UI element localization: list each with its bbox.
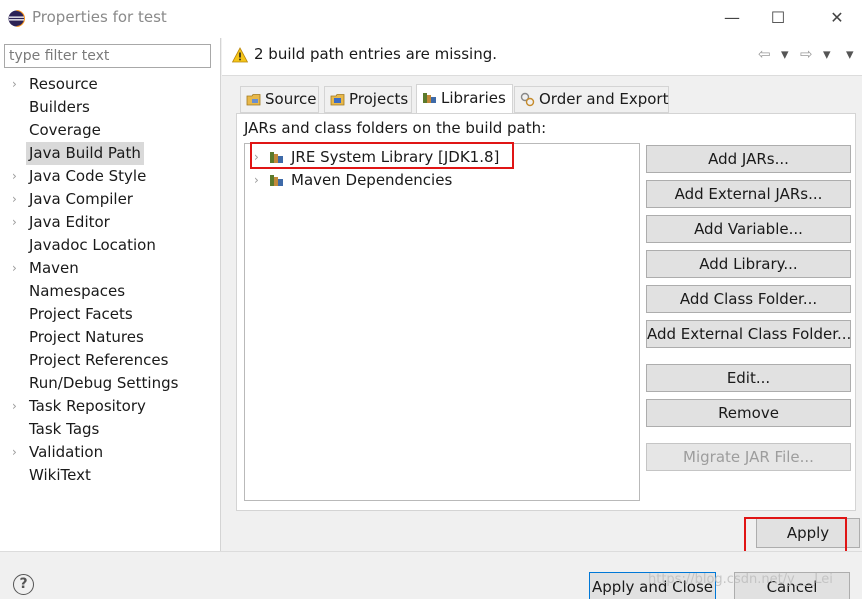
sidebar-item[interactable]: › Resource	[0, 73, 221, 96]
sidebar-item-label: Run/Debug Settings	[29, 374, 179, 392]
filter-input[interactable]	[4, 44, 211, 68]
chevron-right-icon[interactable]: ›	[12, 188, 22, 211]
add-external-jars-button[interactable]: Add External JARs...	[646, 180, 851, 208]
projects-icon	[330, 94, 345, 106]
sidebar-item-label: Maven	[29, 259, 79, 277]
library-icon	[270, 175, 283, 186]
page-message: 2 build path entries are missing.	[254, 45, 497, 63]
source-folder-icon	[246, 94, 261, 106]
view-menu-icon[interactable]: ▾	[846, 45, 854, 63]
sidebar-item[interactable]: › Maven	[0, 257, 221, 280]
window-title: Properties for test	[32, 8, 167, 26]
chevron-right-icon[interactable]: ›	[12, 395, 22, 418]
sidebar-item-label: Project Natures	[29, 328, 144, 346]
sidebar-item-label: Javadoc Location	[29, 236, 156, 254]
sidebar-item-label: Task Repository	[29, 397, 146, 415]
sidebar-item[interactable]: › Java Code Style	[0, 165, 221, 188]
sidebar-item-label: Java Code Style	[29, 167, 147, 185]
sidebar-item[interactable]: › Java Editor	[0, 211, 221, 234]
sidebar-item-label: Java Compiler	[29, 190, 133, 208]
remove-button[interactable]: Remove	[646, 399, 851, 427]
sidebar-item[interactable]: Namespaces	[0, 280, 221, 303]
libraries-caption: JARs and class folders on the build path…	[244, 119, 547, 137]
sidebar-item-label: WikiText	[29, 466, 91, 484]
forward-arrow-icon[interactable]: ⇨	[800, 45, 813, 63]
library-icon	[270, 152, 283, 163]
help-icon[interactable]: ?	[13, 574, 34, 595]
sidebar-item-label: Java Editor	[29, 213, 110, 231]
sidebar-item-label: Namespaces	[29, 282, 126, 300]
sidebar-item-label: Project References	[29, 351, 169, 369]
title-bar: Properties for test — ☐ ✕	[0, 0, 862, 38]
sidebar-item-label: Builders	[29, 98, 90, 116]
list-item-maven-dependencies[interactable]: › Maven Dependencies	[245, 169, 635, 191]
sidebar-item-label: Validation	[29, 443, 104, 461]
chevron-right-icon[interactable]: ›	[12, 165, 22, 188]
add-jars-button[interactable]: Add JARs...	[646, 145, 851, 173]
forward-dropdown-icon[interactable]: ▾	[823, 45, 831, 63]
sidebar-item-label: Resource	[29, 75, 98, 93]
list-item-jre-system-library[interactable]: › JRE System Library [JDK1.8]	[245, 146, 635, 168]
bottom-bar	[0, 551, 862, 599]
tab-order-and-export[interactable]: Order and Export	[514, 86, 669, 113]
tab-source-label: Source	[265, 90, 317, 108]
apply-button[interactable]: Apply	[756, 518, 860, 548]
migrate-jar-button[interactable]: Migrate JAR File...	[646, 443, 851, 471]
tab-libraries-label: Libraries	[441, 89, 506, 107]
add-library-button[interactable]: Add Library...	[646, 250, 851, 278]
tab-projects-label: Projects	[349, 90, 409, 108]
apply-and-close-button[interactable]: Apply and Close	[589, 572, 716, 599]
build-path-list[interactable]: › JRE System Library [JDK1.8] › Maven De…	[244, 143, 640, 501]
sidebar-item[interactable]: WikiText	[0, 464, 221, 487]
back-arrow-icon[interactable]: ⇦	[758, 45, 771, 63]
sidebar-item[interactable]: › Task Repository	[0, 395, 221, 418]
sidebar-item[interactable]: Run/Debug Settings	[0, 372, 221, 395]
chevron-right-icon[interactable]: ›	[254, 146, 259, 168]
page-header: 2 build path entries are missing. ⇦ ▾ ⇨ …	[222, 38, 862, 76]
sidebar-item[interactable]: › Validation	[0, 441, 221, 464]
libraries-icon	[423, 93, 436, 103]
chevron-right-icon[interactable]: ›	[12, 257, 22, 280]
order-export-icon	[520, 92, 535, 107]
cancel-button[interactable]: Cancel	[734, 572, 850, 599]
sidebar-item[interactable]: Java Build Path	[0, 142, 221, 165]
sidebar-item[interactable]: Project Facets	[0, 303, 221, 326]
sidebar-item[interactable]: Builders	[0, 96, 221, 119]
sidebar-item-label: Java Build Path	[26, 142, 144, 165]
chevron-right-icon[interactable]: ›	[12, 73, 22, 96]
add-variable-button[interactable]: Add Variable...	[646, 215, 851, 243]
sidebar-item[interactable]: Coverage	[0, 119, 221, 142]
back-dropdown-icon[interactable]: ▾	[781, 45, 789, 63]
chevron-right-icon[interactable]: ›	[254, 169, 259, 191]
tab-projects[interactable]: Projects	[324, 86, 412, 113]
maximize-button[interactable]: ☐	[766, 6, 790, 30]
sidebar-item[interactable]: Project Natures	[0, 326, 221, 349]
sidebar-item[interactable]: Project References	[0, 349, 221, 372]
sidebar-item-label: Task Tags	[29, 420, 100, 438]
minimize-button[interactable]: —	[720, 6, 744, 30]
sidebar: › Resource Builders Coverage Java Build Path…	[0, 38, 221, 551]
sidebar-item[interactable]: Task Tags	[0, 418, 221, 441]
add-class-folder-button[interactable]: Add Class Folder...	[646, 285, 851, 313]
close-button[interactable]: ✕	[825, 6, 849, 30]
sidebar-item[interactable]: Javadoc Location	[0, 234, 221, 257]
tab-source[interactable]: Source	[240, 86, 319, 113]
sidebar-item-label: Project Facets	[29, 305, 133, 323]
sidebar-item-label: Coverage	[29, 121, 101, 139]
chevron-right-icon[interactable]: ›	[12, 441, 22, 464]
list-item-label: JRE System Library [JDK1.8]	[291, 148, 500, 166]
sidebar-item[interactable]: › Java Compiler	[0, 188, 221, 211]
edit-button[interactable]: Edit...	[646, 364, 851, 392]
chevron-right-icon[interactable]: ›	[12, 211, 22, 234]
tab-libraries[interactable]: Libraries	[416, 84, 513, 114]
warning-icon	[232, 47, 248, 63]
eclipse-icon	[8, 10, 25, 27]
add-external-class-folder-button[interactable]: Add External Class Folder...	[646, 320, 851, 348]
tab-order-and-export-label: Order and Export	[539, 90, 669, 108]
list-item-label: Maven Dependencies	[291, 171, 453, 189]
